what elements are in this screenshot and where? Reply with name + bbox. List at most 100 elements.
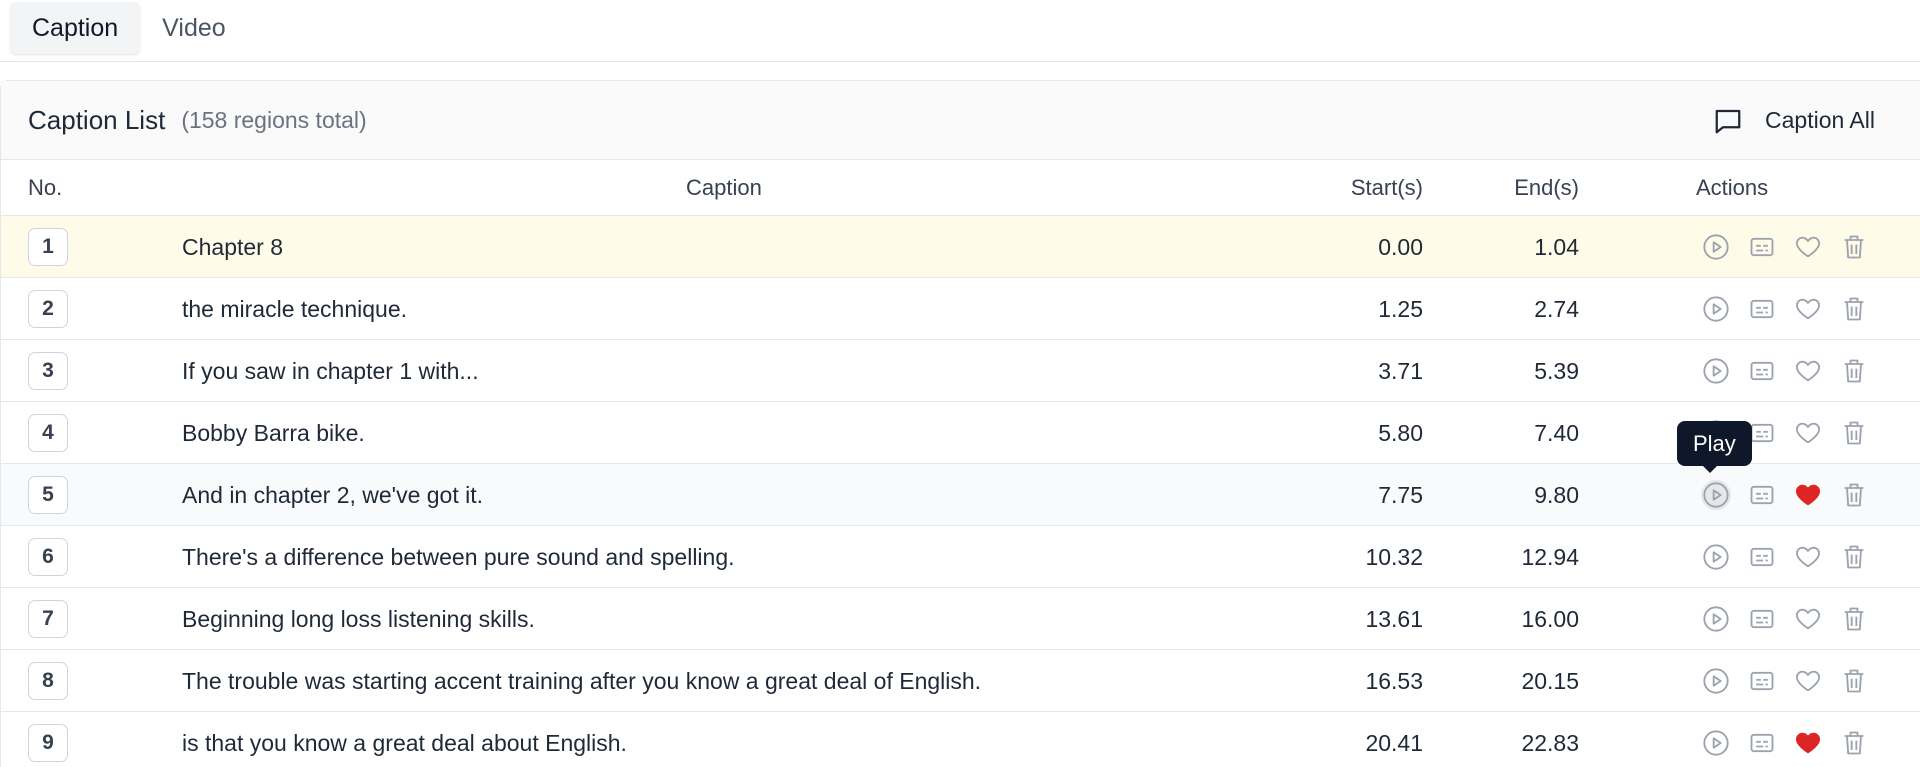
play-icon[interactable] <box>1701 480 1731 510</box>
play-icon[interactable] <box>1701 728 1731 758</box>
heart-icon[interactable] <box>1793 418 1823 448</box>
end-time[interactable]: 22.83 <box>1521 712 1579 767</box>
play-icon[interactable] <box>1701 542 1731 572</box>
row-number: 3 <box>28 352 68 390</box>
caption-all-button[interactable]: Caption All <box>1713 81 1875 160</box>
region-count: (158 regions total) <box>181 106 367 133</box>
table-row[interactable]: 5 And in chapter 2, we've got it. 7.75 9… <box>1 464 1920 526</box>
caption-icon[interactable] <box>1747 294 1777 324</box>
row-actions <box>1701 356 1885 386</box>
table-row[interactable]: 6 There's a difference between pure soun… <box>1 526 1920 588</box>
caption-icon[interactable] <box>1747 728 1777 758</box>
start-time[interactable]: 16.53 <box>1365 650 1423 712</box>
caption-text[interactable]: If you saw in chapter 1 with... <box>182 340 479 402</box>
end-time[interactable]: 12.94 <box>1521 526 1579 588</box>
column-caption: Caption <box>686 175 762 200</box>
row-actions <box>1701 480 1885 510</box>
row-number: 1 <box>28 228 68 266</box>
heart-filled-icon[interactable] <box>1793 728 1823 758</box>
heart-icon[interactable] <box>1793 294 1823 324</box>
panel-header: Caption List (158 regions total) Caption… <box>1 81 1920 160</box>
column-end: End(s) <box>1514 175 1579 200</box>
start-time[interactable]: 0.00 <box>1378 216 1423 278</box>
caption-text[interactable]: Chapter 8 <box>182 216 283 278</box>
row-actions <box>1701 294 1885 324</box>
start-time[interactable]: 10.32 <box>1365 526 1423 588</box>
row-number: 8 <box>28 662 68 700</box>
trash-icon[interactable] <box>1839 294 1869 324</box>
tab-bar: Caption Video <box>0 0 1920 62</box>
caption-list-panel: Caption List (158 regions total) Caption… <box>0 80 1920 767</box>
heart-icon[interactable] <box>1793 356 1823 386</box>
start-time[interactable]: 3.71 <box>1378 340 1423 402</box>
trash-icon[interactable] <box>1839 418 1869 448</box>
caption-text[interactable]: There's a difference between pure sound … <box>182 526 735 588</box>
caption-text[interactable]: the miracle technique. <box>182 278 407 340</box>
end-time[interactable]: 16.00 <box>1521 588 1579 650</box>
tab-caption[interactable]: Caption <box>10 2 141 54</box>
table-row[interactable]: 1 Chapter 8 0.00 1.04 <box>1 216 1920 278</box>
caption-text[interactable]: Beginning long loss listening skills. <box>182 588 535 650</box>
row-actions <box>1701 604 1885 634</box>
end-time[interactable]: 7.40 <box>1534 402 1579 464</box>
trash-icon[interactable] <box>1839 356 1869 386</box>
trash-icon[interactable] <box>1839 604 1869 634</box>
play-icon[interactable] <box>1701 604 1731 634</box>
end-time[interactable]: 20.15 <box>1521 650 1579 712</box>
table-row[interactable]: 7 Beginning long loss listening skills. … <box>1 588 1920 650</box>
caption-icon[interactable] <box>1747 666 1777 696</box>
row-actions <box>1701 728 1885 758</box>
caption-table-body: 1 Chapter 8 0.00 1.04 2 the miracle tech… <box>1 216 1920 767</box>
caption-icon[interactable] <box>1747 604 1777 634</box>
start-time[interactable]: 20.41 <box>1365 712 1423 767</box>
table-row[interactable]: 4 Bobby Barra bike. 5.80 7.40 <box>1 402 1920 464</box>
trash-icon[interactable] <box>1839 232 1869 262</box>
play-icon[interactable] <box>1701 294 1731 324</box>
row-number: 9 <box>28 724 68 762</box>
play-tooltip: Play <box>1677 421 1752 473</box>
row-actions <box>1701 542 1885 572</box>
column-start: Start(s) <box>1350 175 1423 200</box>
caption-text[interactable]: Bobby Barra bike. <box>182 402 365 464</box>
heart-filled-icon[interactable] <box>1793 480 1823 510</box>
caption-icon[interactable] <box>1747 232 1777 262</box>
end-time[interactable]: 9.80 <box>1534 464 1579 526</box>
heart-icon[interactable] <box>1793 542 1823 572</box>
row-actions <box>1701 666 1885 696</box>
table-row[interactable]: 8 The trouble was starting accent traini… <box>1 650 1920 712</box>
caption-text[interactable]: The trouble was starting accent training… <box>182 650 981 712</box>
table-row[interactable]: 3 If you saw in chapter 1 with... 3.71 5… <box>1 340 1920 402</box>
table-row[interactable]: 2 the miracle technique. 1.25 2.74 <box>1 278 1920 340</box>
play-icon[interactable] <box>1701 356 1731 386</box>
start-time[interactable]: 5.80 <box>1378 402 1423 464</box>
end-time[interactable]: 1.04 <box>1534 216 1579 278</box>
heart-icon[interactable] <box>1793 232 1823 262</box>
row-number: 4 <box>28 414 68 452</box>
end-time[interactable]: 2.74 <box>1534 278 1579 340</box>
start-time[interactable]: 7.75 <box>1378 464 1423 526</box>
play-icon[interactable] <box>1701 232 1731 262</box>
caption-text[interactable]: is that you know a great deal about Engl… <box>182 712 627 767</box>
end-time[interactable]: 5.39 <box>1534 340 1579 402</box>
trash-icon[interactable] <box>1839 728 1869 758</box>
heart-icon[interactable] <box>1793 604 1823 634</box>
caption-text[interactable]: And in chapter 2, we've got it. <box>182 464 483 526</box>
table-header: No. Caption Start(s) End(s) Actions <box>1 160 1920 216</box>
caption-icon[interactable] <box>1747 480 1777 510</box>
heart-icon[interactable] <box>1793 666 1823 696</box>
panel-title: Caption List <box>28 104 166 135</box>
caption-icon[interactable] <box>1747 356 1777 386</box>
row-number: 5 <box>28 476 68 514</box>
start-time[interactable]: 13.61 <box>1365 588 1423 650</box>
trash-icon[interactable] <box>1839 542 1869 572</box>
start-time[interactable]: 1.25 <box>1378 278 1423 340</box>
column-no: No. <box>28 175 63 200</box>
play-icon[interactable] <box>1701 666 1731 696</box>
row-number: 6 <box>28 538 68 576</box>
caption-all-label: Caption All <box>1765 107 1875 133</box>
table-row[interactable]: 9 is that you know a great deal about En… <box>1 712 1920 767</box>
trash-icon[interactable] <box>1839 480 1869 510</box>
tab-video[interactable]: Video <box>140 2 248 54</box>
trash-icon[interactable] <box>1839 666 1869 696</box>
caption-icon[interactable] <box>1747 542 1777 572</box>
